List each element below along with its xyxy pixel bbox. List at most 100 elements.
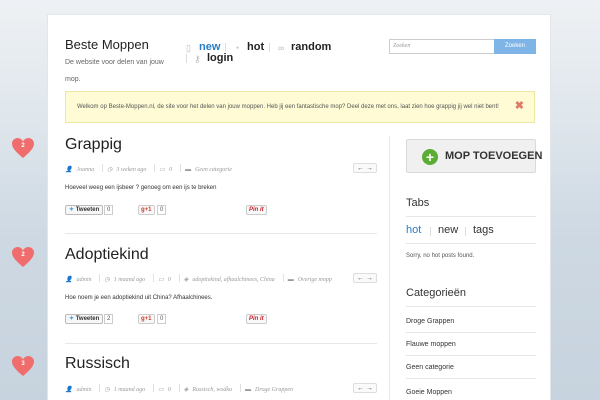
plus-icon: + xyxy=(422,149,438,165)
post-author[interactable]: admin xyxy=(76,277,91,283)
category-link[interactable]: Geen categorie xyxy=(406,364,454,371)
meta-separator xyxy=(154,164,156,172)
post-category[interactable]: Droge Grappen xyxy=(255,387,293,393)
search-input[interactable]: Zoeken xyxy=(389,39,495,54)
user-icon: 👤 xyxy=(65,387,73,393)
post-meta: 👤 Joanna ◷ 3 weken ago ▭ 0 ▬ Geen categorie xyxy=(65,164,236,173)
post-comments[interactable]: 0 xyxy=(168,387,171,393)
gplus-count: 0 xyxy=(157,314,167,324)
clock-icon: ◷ xyxy=(107,167,113,173)
user-icon: 👤 xyxy=(65,167,73,173)
meta-separator xyxy=(99,384,101,392)
tweet-button[interactable]: ✦ Tweeten xyxy=(65,205,104,215)
arrow-right-icon[interactable]: → xyxy=(366,275,373,282)
post-pager[interactable]: ← → xyxy=(353,273,377,283)
tweet-count: 2 xyxy=(104,314,114,324)
widget-divider xyxy=(406,306,536,307)
close-icon[interactable]: ✖ xyxy=(515,100,524,112)
post-title[interactable]: Russisch xyxy=(65,355,377,373)
random-icon: ∞ xyxy=(278,43,285,53)
post-author[interactable]: admin xyxy=(76,387,91,393)
categories-widget-title: Categorieën xyxy=(406,287,466,299)
page-container: Beste Moppen De website voor delen van j… xyxy=(47,14,551,400)
post-meta: 👤 admin ◷ 1 maand ago ▭ 0 ◈ Russisch, wodka ▬ Dro… xyxy=(65,384,297,393)
post-item: Grappig 👤 Joanna ◷ 3 weken ago ▭ 0 ▬ Geen categ… xyxy=(65,136,377,226)
pin-it-button[interactable]: Pin it xyxy=(246,205,267,215)
meta-separator xyxy=(153,384,155,392)
arrow-right-icon[interactable]: → xyxy=(366,385,373,392)
meta-separator xyxy=(153,274,155,282)
nav-label-hot: hot xyxy=(247,41,265,53)
post-category[interactable]: Overige mopp xyxy=(298,277,332,283)
folder-icon: ▬ xyxy=(185,167,192,173)
welcome-notice: Welkom op Beste-Moppen.nl, de site voor … xyxy=(65,91,535,123)
twitter-icon: ✦ xyxy=(69,207,75,213)
nav-item-login[interactable]: ⚷ login xyxy=(194,52,233,64)
tab-new[interactable]: new xyxy=(438,224,458,236)
vote-heart-button[interactable]: 2 xyxy=(11,137,35,159)
notice-text: Welkom op Beste-Moppen.nl, de site voor … xyxy=(77,104,499,110)
post-tags[interactable]: adoptiekind, afhaalchinees, China xyxy=(192,277,274,283)
post-item: Russisch 👤 admin ◷ 1 maand ago ▭ 0 ◈ Russisch, … xyxy=(65,355,377,400)
widget-divider xyxy=(406,355,536,356)
vote-heart-button[interactable]: 3 xyxy=(11,355,35,377)
meta-separator xyxy=(178,384,180,392)
share-bar: ✦ Tweeten 0 g+1 0 Pin it xyxy=(65,205,315,215)
post-pager[interactable]: ← → xyxy=(353,163,377,173)
nav-label-login: login xyxy=(207,52,234,64)
post-title[interactable]: Adoptiekind xyxy=(65,246,377,264)
category-link[interactable]: Flauwe moppen xyxy=(406,341,456,348)
meta-separator xyxy=(102,164,104,172)
tag-icon: ◈ xyxy=(183,387,189,393)
post-category[interactable]: Geen categorie xyxy=(195,167,232,173)
nav-separator xyxy=(225,43,226,52)
post-excerpt: Hoeveel weeg een ijsbeer ? genoeg om een… xyxy=(65,185,217,191)
meta-separator xyxy=(99,274,101,282)
vote-heart-button[interactable]: 2 xyxy=(11,246,35,268)
post-item: Adoptiekind 👤 admin ◷ 1 maand ago ▭ 0 ◈ adoptie… xyxy=(65,246,377,336)
nav-item-random[interactable]: ∞ random xyxy=(278,41,331,53)
tweet-label: Tweeten xyxy=(75,316,100,322)
tab-separator xyxy=(430,227,431,236)
widget-divider xyxy=(406,243,536,244)
no-posts-message: Sorry, no hot posts found. xyxy=(406,253,475,259)
arrow-right-icon[interactable]: → xyxy=(366,165,373,172)
gplus-button[interactable]: g+1 xyxy=(138,205,155,215)
meta-separator xyxy=(180,164,182,172)
sidebar-divider xyxy=(389,136,390,400)
pin-it-button[interactable]: Pin it xyxy=(246,314,267,324)
search-button[interactable]: Zoeken xyxy=(494,39,536,54)
widget-divider xyxy=(406,378,536,379)
site-title[interactable]: Beste Moppen xyxy=(65,37,149,52)
tab-hot[interactable]: hot xyxy=(406,224,421,236)
nav-label-random: random xyxy=(291,41,332,53)
tweet-button[interactable]: ✦ Tweeten xyxy=(65,314,104,324)
post-excerpt: Hoe noem je een adoptiekind uit China? A… xyxy=(65,295,213,301)
site-description: De website voor delen van jouw mop. xyxy=(65,59,164,83)
category-link[interactable]: Droge Grappen xyxy=(406,318,454,325)
meta-separator xyxy=(282,274,284,282)
arrow-left-icon[interactable]: ← xyxy=(357,165,364,172)
vote-count: 3 xyxy=(21,361,25,367)
comment-icon: ▭ xyxy=(158,387,164,393)
comment-icon: ▭ xyxy=(158,277,164,283)
gplus-button[interactable]: g+1 xyxy=(138,314,155,324)
vote-count: 2 xyxy=(21,252,25,258)
post-title[interactable]: Grappig xyxy=(65,136,377,154)
folder-icon: ▬ xyxy=(245,387,252,393)
arrow-left-icon[interactable]: ← xyxy=(357,385,364,392)
category-link[interactable]: Goeie Moppen xyxy=(406,389,452,396)
tab-tags[interactable]: tags xyxy=(473,224,494,236)
login-icon: ⚷ xyxy=(194,54,201,64)
post-time: 1 maand ago xyxy=(113,277,146,283)
add-mop-button[interactable]: + MOP TOEVOEGEN xyxy=(406,139,542,173)
post-comments[interactable]: 0 xyxy=(169,167,172,173)
nav-item-hot[interactable]: ◔ hot xyxy=(234,41,264,53)
post-author[interactable]: Joanna xyxy=(76,167,94,173)
arrow-left-icon[interactable]: ← xyxy=(357,275,364,282)
post-time: 3 weken ago xyxy=(116,167,147,173)
post-comments[interactable]: 0 xyxy=(168,277,171,283)
post-pager[interactable]: ← → xyxy=(353,383,377,393)
post-tags[interactable]: Russisch, wodka xyxy=(192,387,232,393)
nav-separator xyxy=(269,43,270,52)
